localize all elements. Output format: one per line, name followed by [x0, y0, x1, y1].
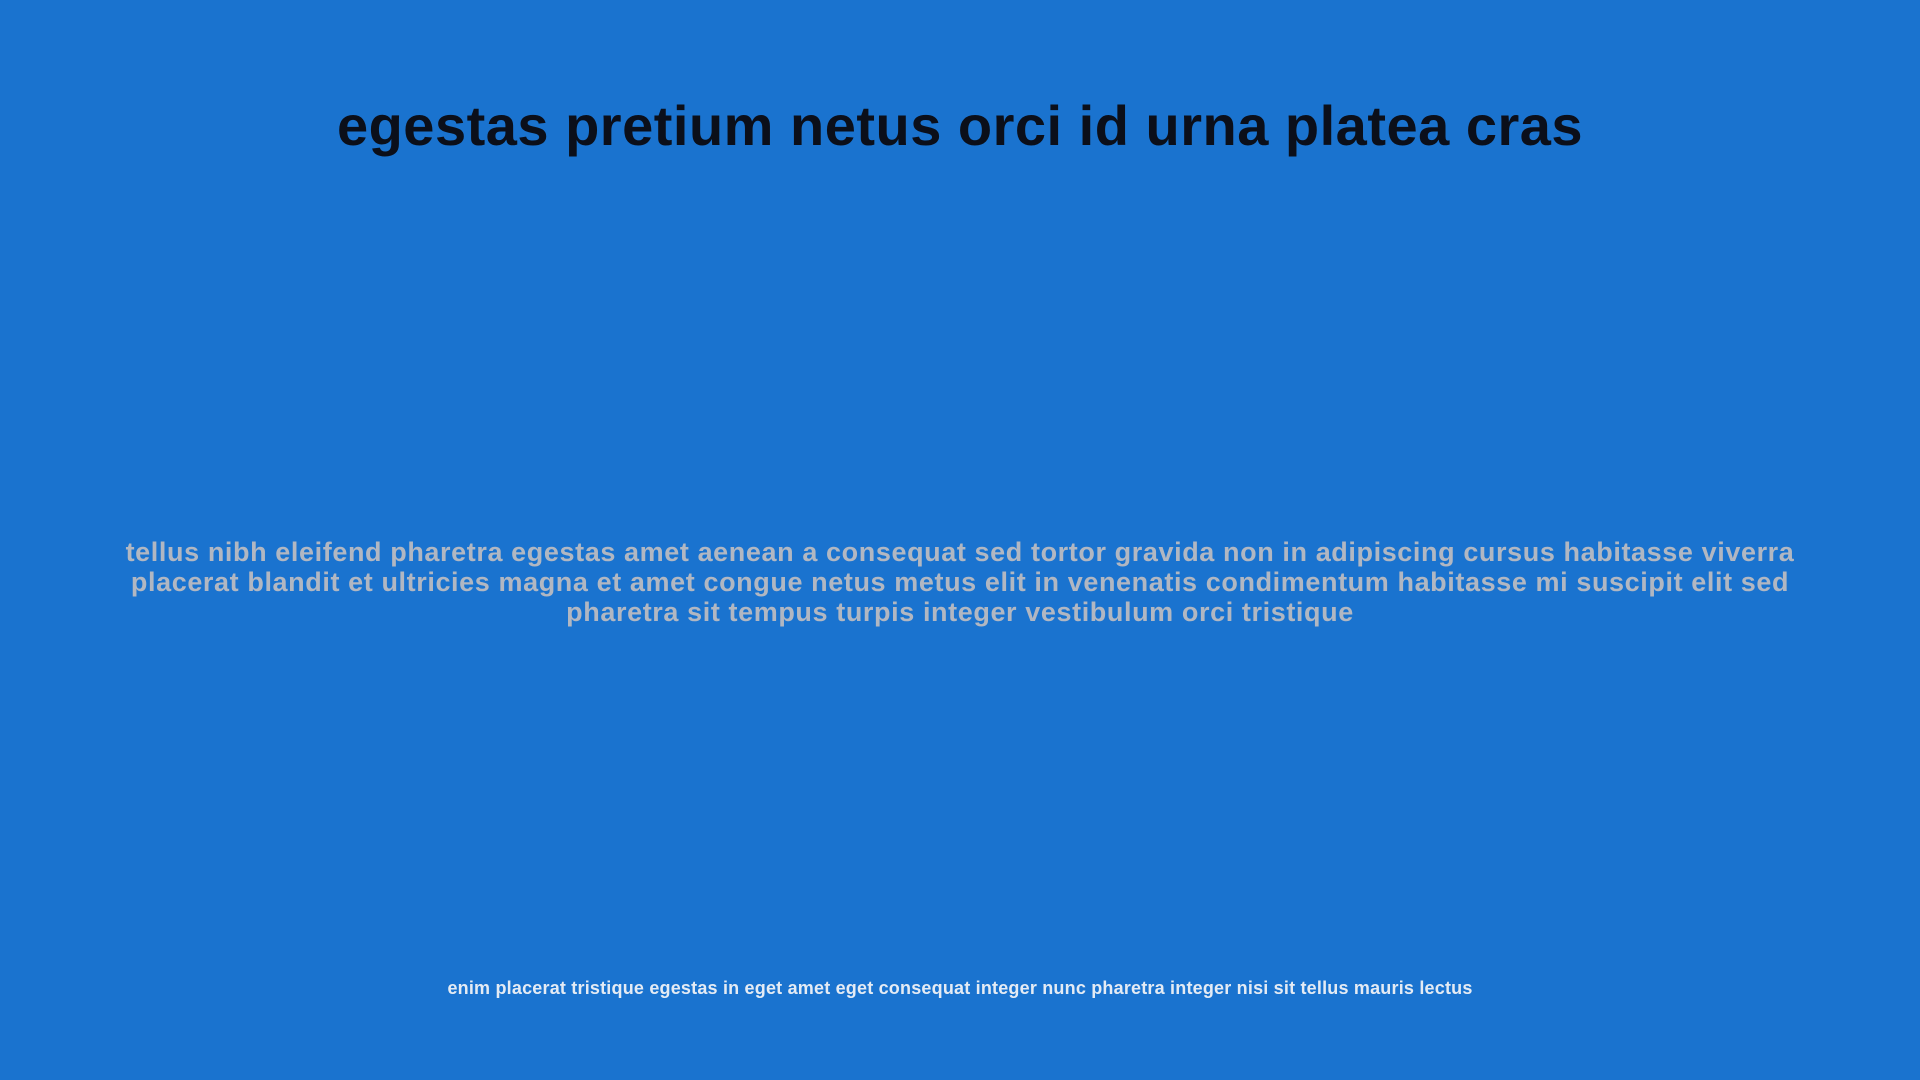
slide-title: egestas pretium netus orci id urna plate…	[336, 94, 1584, 157]
slide-canvas: egestas pretium netus orci id urna plate…	[0, 0, 1920, 1080]
slide-footer-text: enim placerat tristique egestas in eget …	[447, 978, 1473, 998]
slide-body-text: tellus nibh eleifend pharetra egestas am…	[125, 537, 1795, 627]
